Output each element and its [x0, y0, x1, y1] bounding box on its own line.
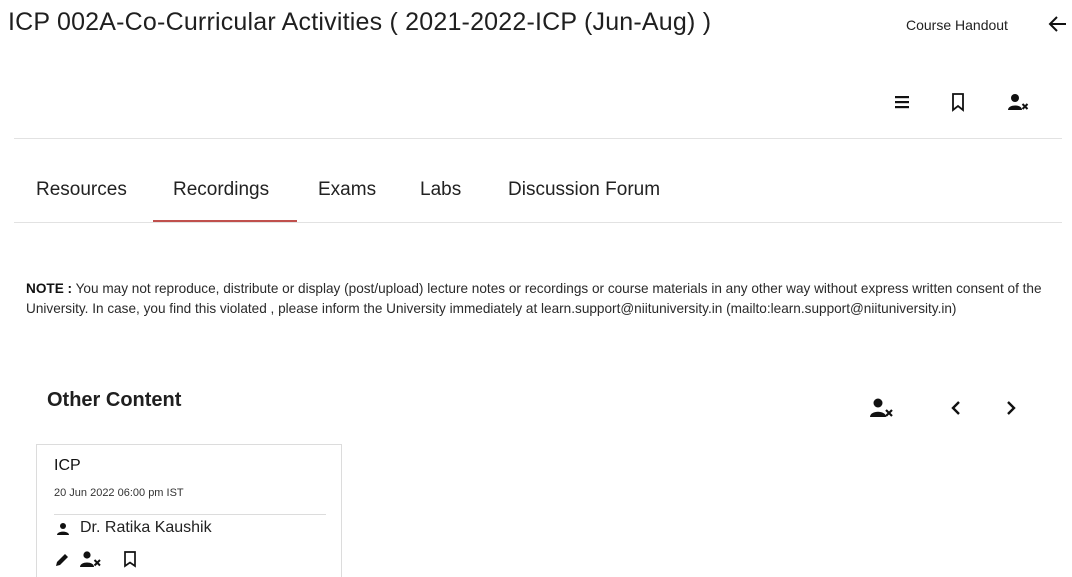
copyright-note: NOTE : You may not reproduce, distribute…: [26, 279, 1056, 319]
card-datetime: 20 Jun 2022 06:00 pm IST: [54, 487, 184, 499]
person-icon: [57, 523, 69, 535]
note-prefix: NOTE :: [26, 281, 73, 296]
user-remove-icon: [80, 551, 101, 567]
edit-icon: [56, 554, 68, 566]
content-tabs: Resources Recordings Exams Labs Discussi…: [0, 165, 1062, 223]
card-instructor: Dr. Ratika Kaushik: [80, 519, 212, 536]
note-text: You may not reproduce, distribute or dis…: [26, 281, 1042, 316]
bookmark-button[interactable]: [946, 91, 970, 113]
card-user-remove-button[interactable]: [79, 550, 103, 568]
user-remove-icon: [870, 398, 893, 417]
course-title: ICP 002A-Co-Curricular Activities ( 2021…: [8, 8, 712, 36]
header-divider: [14, 138, 1062, 139]
next-button[interactable]: [998, 396, 1024, 420]
course-page: ICP 002A-Co-Curricular Activities ( 2021…: [0, 0, 1072, 577]
previous-button[interactable]: [944, 396, 970, 420]
tab-recordings[interactable]: Recordings: [173, 179, 269, 201]
card-bookmark-button[interactable]: [122, 550, 138, 568]
course-handout-link[interactable]: Course Handout: [906, 17, 1008, 33]
menu-icon: [895, 96, 909, 109]
card-divider: [54, 514, 326, 515]
user-remove-button[interactable]: [1006, 91, 1030, 113]
card-title: ICP: [54, 457, 81, 474]
chevron-right-icon: [1007, 401, 1016, 415]
tabs-divider: [14, 222, 1062, 223]
chevron-left-icon: [951, 401, 960, 415]
menu-button[interactable]: [890, 91, 914, 113]
arrow-left-icon: [1048, 16, 1066, 32]
edit-button[interactable]: [54, 550, 70, 568]
content-card[interactable]: ICP 20 Jun 2022 06:00 pm IST Dr. Ratika …: [36, 444, 342, 577]
section-user-remove-button[interactable]: [868, 396, 894, 420]
tab-discussion-forum[interactable]: Discussion Forum: [508, 179, 660, 201]
other-content-title: Other Content: [47, 389, 182, 411]
back-button[interactable]: [1046, 12, 1070, 36]
bookmark-icon: [124, 551, 136, 568]
tab-resources[interactable]: Resources: [36, 179, 127, 201]
tab-labs[interactable]: Labs: [420, 179, 461, 201]
tab-exams[interactable]: Exams: [318, 179, 376, 201]
user-remove-icon: [1008, 94, 1029, 110]
bookmark-icon: [952, 93, 964, 112]
